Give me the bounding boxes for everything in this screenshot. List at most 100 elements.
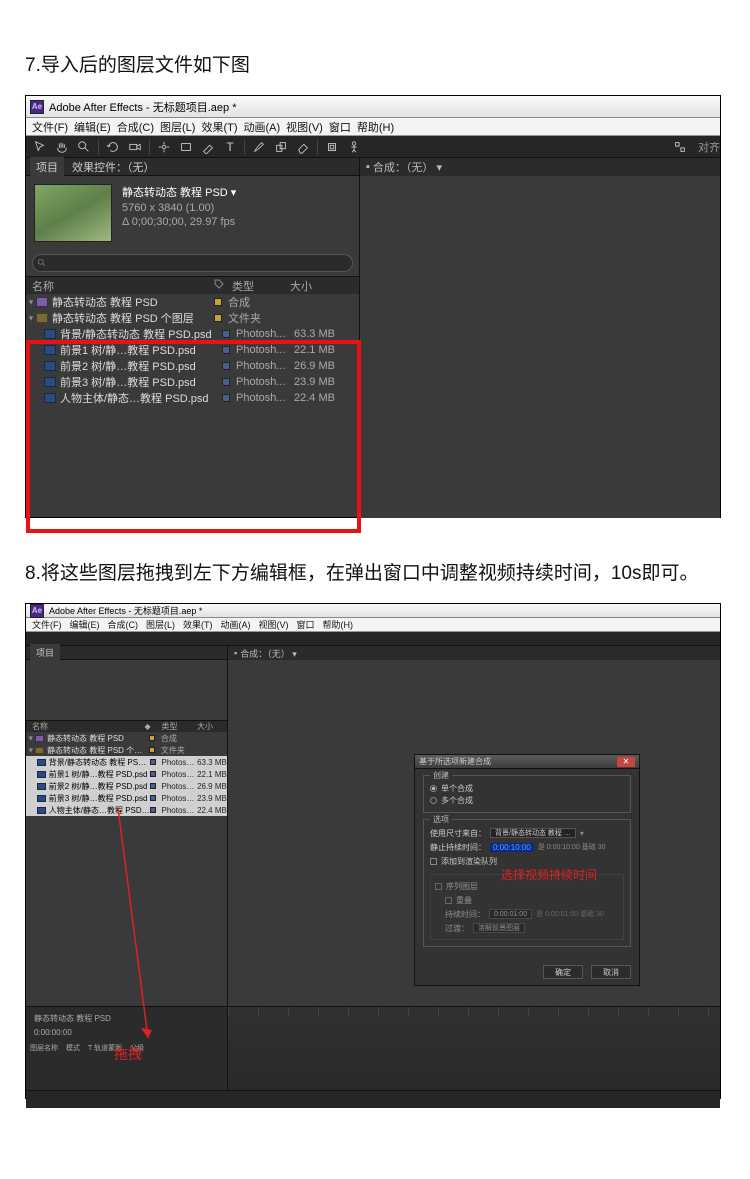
list-item[interactable]: ▾静态转动态 教程 PSD合成 xyxy=(26,732,227,744)
tag-swatch[interactable] xyxy=(222,346,230,354)
menu-anim[interactable]: 动画(A) xyxy=(244,119,281,135)
list-item[interactable]: 人物主体/静态…教程 PSD.psdPhotosh...22.4 MB xyxy=(26,390,359,406)
project-tab[interactable]: 项目 xyxy=(30,157,64,177)
menu-window[interactable]: 窗口 xyxy=(329,119,351,135)
comp-panel-tab[interactable]: ▪ 合成：（无） ▾ xyxy=(360,158,720,176)
cancel-button[interactable]: 取消 xyxy=(591,965,631,979)
menu-layer-2[interactable]: 图层(L) xyxy=(146,618,175,631)
col-name-2[interactable]: 名称 xyxy=(26,721,145,732)
duration-annotation: 选择视频持续时间 xyxy=(501,866,597,883)
col-type[interactable]: 类型 xyxy=(232,278,290,294)
col-type-2[interactable]: 类型 xyxy=(161,721,197,732)
tag-swatch[interactable] xyxy=(222,378,230,386)
list-item[interactable]: 前景2 树/静…教程 PSD.psdPhotosh...26.9 MB xyxy=(26,780,227,792)
menu-anim-2[interactable]: 动画(A) xyxy=(221,618,251,631)
hand-tool-icon[interactable] xyxy=(54,139,70,155)
rect-tool-icon[interactable] xyxy=(178,139,194,155)
tag-swatch[interactable] xyxy=(150,807,156,813)
menu-help-2[interactable]: 帮助(H) xyxy=(323,618,354,631)
list-item[interactable]: ▾静态转动态 教程 PSD合成 xyxy=(26,294,359,310)
menu-edit-2[interactable]: 编辑(E) xyxy=(70,618,100,631)
eraser-tool-icon[interactable] xyxy=(295,139,311,155)
ok-button[interactable]: 确定 xyxy=(543,965,583,979)
tag-swatch[interactable] xyxy=(222,394,230,402)
menu-layer[interactable]: 图层(L) xyxy=(160,119,195,135)
project-list-2[interactable]: ▾静态转动态 教程 PSD合成▾静态转动态 教程 PSD 个图层文件夹背景/静态… xyxy=(26,732,227,816)
comp-panel-tab-2[interactable]: ▪ 合成：（无） ▾ xyxy=(228,646,720,660)
tag-swatch[interactable] xyxy=(149,735,155,741)
list-item[interactable]: 背景/静态转动态 教程 PSD.psdPhotosh...63.3 MB xyxy=(26,756,227,768)
row-name: 前景3 树/静…教程 PSD.psd xyxy=(60,374,222,390)
titlebar: Ae Adobe After Effects - 无标题项目.aep * xyxy=(26,96,720,118)
add-to-rq-checkbox[interactable] xyxy=(430,858,437,865)
tag-swatch[interactable] xyxy=(149,747,155,753)
timeline-time[interactable]: 0:00:00:00 xyxy=(34,1028,72,1037)
snap-icon[interactable] xyxy=(672,139,688,155)
col-tag-2[interactable]: ◆ xyxy=(145,722,162,731)
radio-single[interactable] xyxy=(430,785,437,792)
still-dur-base: 是 0:00:10:00 基础 30 xyxy=(538,842,606,852)
menu-comp[interactable]: 合成(C) xyxy=(117,119,154,135)
seq-dur-value[interactable]: 0:00:01:00 xyxy=(489,909,532,919)
pen-tool-icon[interactable] xyxy=(200,139,216,155)
tag-swatch[interactable] xyxy=(222,362,230,370)
effect-controls-tab[interactable]: 效果控件：（无） xyxy=(72,159,155,175)
list-item[interactable]: 前景2 树/静…教程 PSD.psdPhotosh...26.9 MB xyxy=(26,358,359,374)
list-item[interactable]: 背景/静态转动态 教程 PSD.psdPhotosh...63.3 MB xyxy=(26,326,359,342)
menu-file-2[interactable]: 文件(F) xyxy=(32,618,62,631)
tag-swatch[interactable] xyxy=(150,795,156,801)
clone-tool-icon[interactable] xyxy=(273,139,289,155)
project-panel-tabs: 项目 效果控件：（无） xyxy=(26,158,359,176)
row-type: Photosh... xyxy=(236,360,294,372)
project-search[interactable] xyxy=(32,254,353,272)
col-tag[interactable] xyxy=(214,279,232,292)
list-item[interactable]: 前景3 树/静…教程 PSD.psdPhotosh...23.9 MB xyxy=(26,374,359,390)
col-size-2[interactable]: 大小 xyxy=(197,721,227,732)
tag-swatch[interactable] xyxy=(150,771,156,777)
tag-swatch[interactable] xyxy=(150,759,156,765)
list-item[interactable]: ▾静态转动态 教程 PSD 个图层文件夹 xyxy=(26,744,227,756)
menu-window-2[interactable]: 窗口 xyxy=(297,618,315,631)
radio-multi[interactable] xyxy=(430,797,437,804)
menu-help[interactable]: 帮助(H) xyxy=(357,119,394,135)
menubar[interactable]: 文件(F) 编辑(E) 合成(C) 图层(L) 效果(T) 动画(A) 视图(V… xyxy=(26,118,720,136)
project-tab-2[interactable]: 项目 xyxy=(30,644,60,661)
roto-tool-icon[interactable] xyxy=(324,139,340,155)
menu-view-2[interactable]: 视图(V) xyxy=(259,618,289,631)
anchor-tool-icon[interactable] xyxy=(156,139,172,155)
text-tool-icon[interactable]: T xyxy=(222,139,238,155)
use-dims-dropdown[interactable]: 背景/静态转动态 教程 … xyxy=(490,828,576,838)
menu-view[interactable]: 视图(V) xyxy=(286,119,323,135)
puppet-tool-icon[interactable] xyxy=(346,139,362,155)
seq-checkbox[interactable] xyxy=(435,883,442,890)
list-item[interactable]: 前景1 树/静…教程 PSD.psdPhotosh...22.1 MB xyxy=(26,768,227,780)
timeline-tab[interactable]: 静态转动态 教程 PSD xyxy=(34,1013,111,1024)
selection-tool-icon[interactable] xyxy=(32,139,48,155)
menu-file[interactable]: 文件(F) xyxy=(32,119,68,135)
menu-effect[interactable]: 效果(T) xyxy=(201,119,237,135)
camera-tool-icon[interactable] xyxy=(127,139,143,155)
timeline-ruler[interactable] xyxy=(228,1007,720,1017)
tag-swatch[interactable] xyxy=(150,783,156,789)
brush-tool-icon[interactable] xyxy=(251,139,267,155)
menu-effect-2[interactable]: 效果(T) xyxy=(183,618,213,631)
zoom-tool-icon[interactable] xyxy=(76,139,92,155)
menu-comp-2[interactable]: 合成(C) xyxy=(108,618,139,631)
tag-swatch[interactable] xyxy=(214,314,222,322)
seq-trans-dropdown[interactable]: 溶解前景图层 xyxy=(473,923,525,933)
rotate-tool-icon[interactable] xyxy=(105,139,121,155)
list-item[interactable]: 前景3 树/静…教程 PSD.psdPhotosh...23.9 MB xyxy=(26,792,227,804)
list-item[interactable]: 前景1 树/静…教程 PSD.psdPhotosh...22.1 MB xyxy=(26,342,359,358)
dialog-close-icon[interactable]: ✕ xyxy=(617,757,635,767)
tag-swatch[interactable] xyxy=(214,298,222,306)
overlap-checkbox[interactable] xyxy=(445,897,452,904)
menu-edit[interactable]: 编辑(E) xyxy=(74,119,111,135)
menubar-2[interactable]: 文件(F) 编辑(E) 合成(C) 图层(L) 效果(T) 动画(A) 视图(V… xyxy=(26,618,720,632)
tag-swatch[interactable] xyxy=(222,330,230,338)
project-list[interactable]: ▾静态转动态 教程 PSD合成▾静态转动态 教程 PSD 个图层文件夹背景/静态… xyxy=(26,294,359,406)
list-item[interactable]: ▾静态转动态 教程 PSD 个图层文件夹 xyxy=(26,310,359,326)
col-size[interactable]: 大小 xyxy=(290,278,332,294)
col-name[interactable]: 名称 xyxy=(26,278,214,294)
list-item[interactable]: 人物主体/静态…教程 PSD.psdPhotosh...22.4 MB xyxy=(26,804,227,816)
still-duration-input[interactable]: 0:00:10:00 xyxy=(490,843,534,852)
